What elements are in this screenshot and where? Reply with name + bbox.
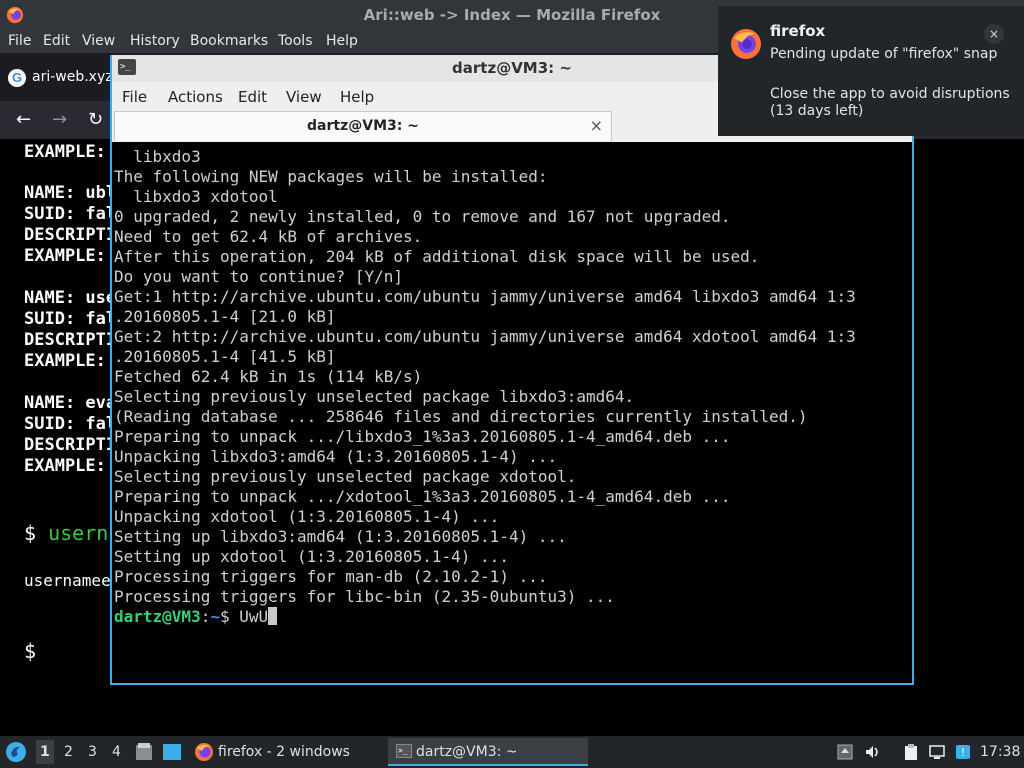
terminal-line: Need to get 62.4 kB of archives. [114, 227, 423, 246]
terminal-line: Processing triggers for libc-bin (2.35-0… [114, 587, 615, 606]
page-line: NAME: ubl [24, 183, 117, 203]
taskbar-firefox[interactable]: firefox - 2 windows [192, 739, 382, 765]
show-desktop-icon[interactable] [162, 743, 182, 761]
page-line: NAME: use [24, 288, 117, 308]
google-icon: G [8, 69, 26, 87]
terminal-line: Get:1 http://archive.ubuntu.com/ubuntu j… [114, 287, 856, 306]
notification-icon[interactable]: ! [954, 743, 972, 761]
terminal-line: Setting up xdotool (1:3.20160805.1-4) ..… [114, 547, 509, 566]
taskbar: 1 2 3 4 firefox - 2 windows >_ dartz@VM3… [0, 736, 1024, 768]
prompt-separator: : [200, 607, 211, 626]
terminal-window[interactable]: >_ dartz@VM3: ~ File Actions Edit View H… [110, 55, 914, 685]
back-icon[interactable]: ← [16, 109, 31, 130]
ff-menu-item[interactable]: History [130, 33, 180, 49]
taskbar-terminal-label: dartz@VM3: ~ [416, 744, 518, 760]
workspace-4[interactable]: 4 [112, 744, 121, 760]
page-prompt-command: usern [48, 521, 109, 545]
page-line: SUID: fal [24, 204, 117, 224]
terminal-line: (Reading database ... 258646 files and d… [114, 407, 808, 426]
file-manager-icon[interactable] [134, 742, 154, 762]
page-prompt: $ usern [24, 521, 108, 545]
terminal-line: Do you want to continue? [Y/n] [114, 267, 403, 286]
notification-app-name: firefox [770, 22, 826, 40]
terminal-line: Selecting previously unselected package … [114, 467, 577, 486]
taskbar-firefox-label: firefox - 2 windows [218, 744, 350, 760]
terminal-line: 0 upgraded, 2 newly installed, 0 to remo… [114, 207, 731, 226]
terminal-lines: libxdo3 The following NEW packages will b… [114, 147, 910, 607]
term-menu-view[interactable]: View [286, 88, 322, 106]
workspace-1[interactable]: 1 [36, 740, 54, 764]
terminal-line: Setting up libxdo3:amd64 (1:3.20160805.1… [114, 527, 567, 546]
reload-icon[interactable]: ↻ [88, 109, 103, 130]
term-menu-edit[interactable]: Edit [238, 88, 267, 106]
updates-icon[interactable] [836, 743, 854, 761]
prompt-dollar: $ [219, 607, 240, 626]
ff-menu-item[interactable]: Bookmarks [190, 33, 268, 49]
firefox-icon [195, 743, 213, 761]
page-output: usernamee [24, 571, 111, 590]
notification-detail: Close the app to avoid disruptions (13 d… [770, 86, 1010, 119]
page-line: DESCRIPTI [24, 435, 117, 455]
workspace-3[interactable]: 3 [88, 744, 97, 760]
prompt-user: dartz@VM3 [114, 607, 201, 626]
page-line: EXAMPLE: [24, 142, 106, 162]
term-menu-help[interactable]: Help [340, 88, 374, 106]
start-menu-icon[interactable] [4, 740, 28, 764]
page-line: EXAMPLE: [24, 351, 106, 371]
prompt-path: ~ [210, 607, 220, 626]
close-icon[interactable]: × [590, 116, 603, 135]
svg-text:!: ! [961, 746, 965, 759]
terminal-line: Preparing to unpack .../libxdo3_1%3a3.20… [114, 427, 731, 446]
ff-menu-view[interactable]: View [82, 33, 115, 49]
terminal-line: Preparing to unpack .../xdotool_1%3a3.20… [114, 487, 731, 506]
clock[interactable]: 17:38 [980, 744, 1020, 760]
terminal-line: Fetched 62.4 kB in 1s (114 kB/s) [114, 367, 423, 386]
notification-message: Pending update of "firefox" snap [770, 46, 998, 62]
terminal-line: Unpacking libxdo3:amd64 (1:3.20160805.1-… [114, 447, 558, 466]
terminal-input[interactable]: UwU [239, 607, 268, 626]
firefox-icon [731, 29, 761, 59]
terminal-tab-label: dartz@VM3: ~ [307, 118, 419, 134]
terminal-line: Selecting previously unselected package … [114, 387, 635, 406]
term-menu-actions[interactable]: Actions [168, 88, 223, 106]
notification-popup[interactable]: firefox Pending update of "firefox" snap… [718, 6, 1024, 136]
term-menu-file[interactable]: File [122, 88, 147, 106]
page-line: EXAMPLE: [24, 246, 106, 266]
page-line: DESCRIPTI [24, 225, 117, 245]
volume-icon[interactable] [864, 743, 882, 761]
ff-menu-edit[interactable]: Edit [43, 33, 70, 49]
terminal-line: .20160805.1-4 [21.0 kB] [114, 307, 336, 326]
network-icon[interactable] [928, 743, 946, 761]
terminal-line: Processing triggers for man-db (2.10.2-1… [114, 567, 548, 586]
terminal-icon: >_ [396, 744, 412, 758]
terminal-tab[interactable]: dartz@VM3: ~ × [114, 111, 612, 141]
terminal-line: .20160805.1-4 [41.5 kB] [114, 347, 336, 366]
terminal-line: After this operation, 204 kB of addition… [114, 247, 760, 266]
terminal-prompt[interactable]: dartz@VM3:~$ UwU [114, 607, 910, 627]
terminal-line: Unpacking xdotool (1:3.20160805.1-4) ... [114, 507, 500, 526]
forward-icon[interactable]: → [52, 109, 67, 130]
terminal-line: libxdo3 xdotool [114, 187, 278, 206]
close-icon[interactable]: × [984, 24, 1004, 44]
terminal-line: The following NEW packages will be insta… [114, 167, 548, 186]
page-prompt-symbol: $ [24, 521, 37, 545]
terminal-line: libxdo3 [114, 147, 201, 166]
workspace-2[interactable]: 2 [64, 744, 73, 760]
page-line: NAME: eva [24, 393, 117, 413]
page-prompt-2: $ [24, 639, 37, 663]
firefox-tab[interactable]: G ari-web.xyz [0, 61, 113, 95]
text-cursor [268, 607, 278, 625]
clipboard-icon[interactable] [902, 743, 920, 761]
page-line: SUID: fal [24, 414, 117, 434]
terminal-output[interactable]: libxdo3 The following NEW packages will b… [114, 147, 910, 681]
taskbar-terminal[interactable]: >_ dartz@VM3: ~ [388, 738, 588, 766]
page-line: SUID: fal [24, 309, 117, 329]
ff-menu-item[interactable]: Tools [278, 33, 313, 49]
page-line: DESCRIPTI [24, 330, 117, 350]
terminal-line: Get:2 http://archive.ubuntu.com/ubuntu j… [114, 327, 856, 346]
page-line: EXAMPLE: [24, 456, 106, 476]
ff-menu-item[interactable]: Help [326, 33, 358, 49]
ff-menu-file[interactable]: File [8, 33, 31, 49]
firefox-tab-label: ari-web.xyz [32, 69, 113, 85]
